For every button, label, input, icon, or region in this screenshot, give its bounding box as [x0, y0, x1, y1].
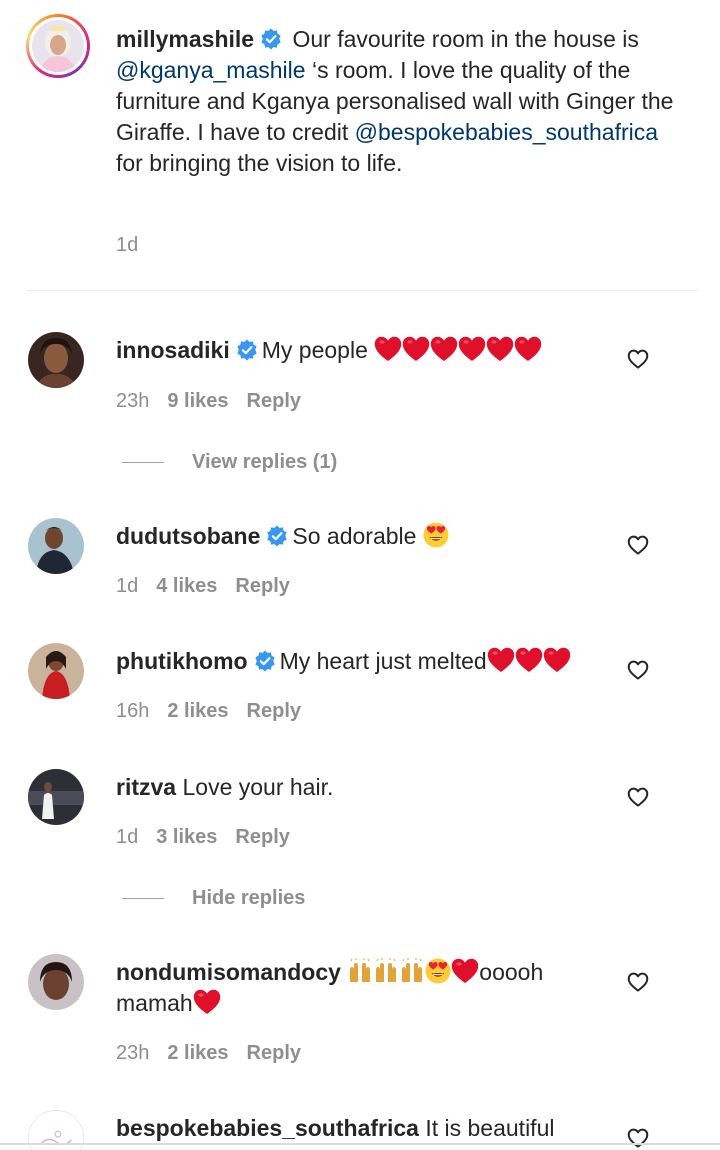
reply-button[interactable]: Reply — [247, 390, 301, 412]
comment-message: My people — [261, 337, 368, 363]
verified-badge-icon — [266, 525, 288, 547]
avatar-image — [32, 20, 84, 72]
heart-outline-icon[interactable] — [627, 1128, 649, 1148]
comment-text: innosadiki My people — [116, 335, 586, 366]
comment-text: phutikhomo My heart just melted — [116, 646, 586, 677]
red-heart-emoji — [515, 647, 543, 673]
mention-link-kganya[interactable]: @kganya_mashile — [116, 57, 306, 83]
comment-meta: 23h 2 likes Reply — [116, 1042, 319, 1065]
red-heart-emoji — [458, 336, 486, 362]
red-heart-emoji — [402, 336, 430, 362]
avatar[interactable] — [28, 643, 84, 699]
reply-button[interactable]: Reply — [247, 1042, 301, 1064]
red-heart-emoji — [374, 336, 402, 362]
mention-link-bespokebabies[interactable]: @bespokebabies_southafrica — [355, 119, 658, 145]
view-replies-label: View replies (1) — [192, 451, 338, 473]
comment-likes[interactable]: 3 likes — [156, 826, 217, 848]
heart-outline-icon[interactable] — [627, 660, 649, 680]
comment-username[interactable]: dudutsobane — [116, 523, 260, 549]
verified-badge-icon — [260, 28, 282, 50]
avatar[interactable] — [28, 769, 84, 825]
replies-line — [122, 462, 164, 464]
heart-outline-icon[interactable] — [627, 535, 649, 555]
reply-button[interactable]: Reply — [247, 700, 301, 722]
caption-username[interactable]: millymashile — [116, 26, 254, 52]
heart-eyes-emoji — [425, 958, 451, 984]
hide-replies-label: Hide replies — [192, 887, 306, 909]
red-heart-emoji — [486, 336, 514, 362]
comment-timestamp: 16h — [116, 700, 150, 722]
comment-meta: 1d 3 likes Reply — [116, 826, 308, 849]
avatar[interactable] — [28, 518, 84, 574]
comment-likes[interactable]: 9 likes — [167, 390, 228, 412]
comment-username[interactable]: bespokebabies_southafrica — [116, 1115, 419, 1141]
caption-text-part-3: for bringing the vision to life. — [116, 150, 403, 176]
reply-button[interactable]: Reply — [235, 575, 289, 597]
comment-message: My heart just melted — [279, 648, 487, 674]
caption-text: millymashile Our favourite room in the h… — [116, 24, 676, 179]
comment-timestamp: 23h — [116, 1042, 150, 1064]
red-heart-emoji — [430, 336, 458, 362]
comment-likes[interactable]: 2 likes — [167, 1042, 228, 1064]
comment-username[interactable]: innosadiki — [116, 337, 230, 363]
heart-outline-icon[interactable] — [627, 787, 649, 807]
avatar[interactable] — [28, 954, 84, 1010]
comment-text: nondumisomandocy ooooh mamah — [116, 957, 586, 1019]
bottom-divider — [0, 1143, 720, 1145]
replies-line — [122, 898, 164, 900]
view-replies-button[interactable]: View replies (1) — [122, 451, 337, 474]
heart-outline-icon[interactable] — [627, 972, 649, 992]
avatar-photo — [32, 20, 84, 72]
comment-username[interactable]: nondumisomandocy — [116, 959, 341, 985]
comment-likes[interactable]: 4 likes — [156, 575, 217, 597]
caption-avatar[interactable] — [26, 14, 90, 78]
red-heart-emoji — [451, 958, 479, 984]
red-heart-emoji — [543, 647, 571, 673]
comment-timestamp: 1d — [116, 575, 139, 597]
reply-button[interactable]: Reply — [235, 826, 289, 848]
comments-screen: millymashile Our favourite room in the h… — [0, 0, 720, 1150]
raised-hands-emoji — [399, 958, 425, 984]
comment-likes[interactable]: 2 likes — [167, 700, 228, 722]
caption-timestamp: 1d — [116, 234, 139, 256]
raised-hands-emoji — [347, 958, 373, 984]
heart-eyes-emoji — [423, 522, 449, 548]
comment-username[interactable]: ritzva — [116, 774, 176, 800]
caption-text-part-1: Our favourite room in the house is — [286, 26, 639, 52]
comment-meta: 1d 4 likes Reply — [116, 575, 308, 598]
comment-meta: 23h 9 likes Reply — [116, 390, 319, 413]
comment-username[interactable]: phutikhomo — [116, 648, 248, 674]
heart-outline-icon[interactable] — [627, 349, 649, 369]
comment-message: Love your hair. — [182, 774, 334, 800]
comment-text: ritzva Love your hair. — [116, 772, 586, 803]
raised-hands-emoji — [373, 958, 399, 984]
verified-badge-icon — [254, 650, 276, 672]
comment-message: So adorable — [292, 523, 417, 549]
comment-meta: 16h 2 likes Reply — [116, 700, 319, 723]
red-heart-emoji — [487, 647, 515, 673]
hide-replies-button[interactable]: Hide replies — [122, 887, 305, 910]
comment-timestamp: 23h — [116, 390, 150, 412]
comment-timestamp: 1d — [116, 826, 139, 848]
comment-message: It is beautiful — [425, 1115, 555, 1141]
comment-text: dudutsobane So adorable — [116, 521, 586, 552]
red-heart-emoji — [514, 336, 542, 362]
comment-text: bespokebabies_southafrica It is beautifu… — [116, 1113, 586, 1144]
red-heart-emoji — [193, 989, 221, 1015]
verified-badge-icon — [236, 339, 258, 361]
avatar[interactable] — [28, 332, 84, 388]
caption-divider — [26, 290, 698, 291]
